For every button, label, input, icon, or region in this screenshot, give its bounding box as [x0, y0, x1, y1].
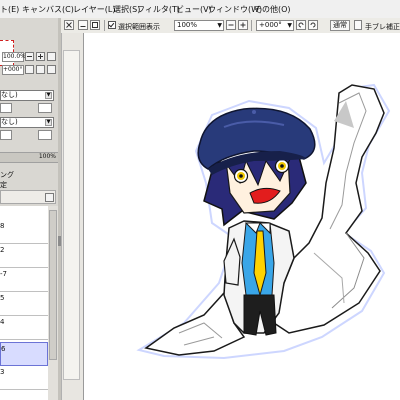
layer-row[interactable]: -7: [0, 268, 48, 292]
blend-mode-label: 通常: [333, 21, 347, 29]
layer-row[interactable]: 8: [0, 220, 48, 244]
clipping-label: ング: [0, 171, 14, 179]
chibi-character-artwork: [136, 83, 391, 360]
toolbar-divider: [104, 20, 105, 31]
angle-field[interactable]: +000°: [2, 65, 24, 75]
rotate-left-icon: [298, 22, 304, 28]
nav-zoom-out-button[interactable]: [25, 52, 34, 61]
selection-display-label: 選択範囲表示: [118, 23, 160, 31]
plus-icon: [240, 22, 246, 28]
close-canvas-button[interactable]: [64, 20, 74, 30]
zoom-in-button[interactable]: [238, 20, 248, 30]
layer-option-button[interactable]: [45, 193, 54, 202]
canvas-scrollbar-thumb[interactable]: [63, 50, 80, 380]
layer-buttons-bar: [0, 190, 56, 204]
zoom-field[interactable]: 100.0%: [2, 52, 26, 62]
menu-other[interactable]: その他(O): [254, 4, 291, 15]
texture-scale-field[interactable]: [38, 103, 52, 113]
layer-label: -7: [0, 270, 7, 278]
layer-row-selected[interactable]: 6: [0, 342, 48, 366]
chevron-down-icon: ▼: [45, 119, 52, 126]
minimize-icon: [80, 26, 86, 27]
nav-zoom-reset-button[interactable]: [47, 52, 56, 61]
layer-scrollbar-thumb[interactable]: [49, 210, 57, 360]
layer-label: 5: [0, 294, 5, 302]
menu-edit[interactable]: ト(E): [0, 4, 19, 15]
rotation-select[interactable]: +000° ▼: [256, 20, 294, 31]
effect-strength-field[interactable]: [0, 130, 12, 140]
layer-label: 8: [0, 222, 5, 230]
rotation-value: +000°: [259, 21, 282, 29]
stabilizer-toggle[interactable]: [354, 20, 362, 30]
rotate-right-button[interactable]: [308, 20, 318, 30]
drawing-canvas[interactable]: [83, 33, 400, 400]
selection-display-checkbox[interactable]: [108, 21, 116, 29]
layer-row[interactable]: 3: [0, 366, 48, 390]
specify-label: 定: [0, 181, 7, 189]
rotate-right-icon: [310, 22, 316, 28]
layer-list: 8 2 -7 5 4 6 3: [0, 206, 49, 400]
chevron-down-icon: ▼: [217, 22, 222, 29]
nav-zoom-in-button[interactable]: [36, 52, 45, 61]
rotate-left-button[interactable]: [296, 20, 306, 30]
plus-icon: [38, 54, 43, 59]
menu-view[interactable]: ビュー(V): [176, 4, 212, 15]
texture-strength-field[interactable]: [0, 103, 12, 113]
layer-label: 3: [0, 368, 5, 376]
zoom-select[interactable]: 100% ▼: [174, 20, 224, 31]
canvas-toolbar: 選択範囲表示 100% ▼ +000° ▼ 通常 手ブレ補正: [60, 18, 400, 34]
chevron-down-icon: ▼: [45, 92, 52, 99]
nav-rotate-left-button[interactable]: [25, 65, 34, 74]
restore-canvas-button[interactable]: [90, 20, 100, 30]
toolbar-divider: [251, 20, 252, 31]
minus-icon: [27, 56, 32, 57]
opacity-value: 100%: [38, 153, 56, 160]
menu-filter[interactable]: フィルタ(T): [137, 4, 180, 15]
minus-icon: [228, 24, 234, 26]
texture-combo[interactable]: なし) ▼: [0, 90, 54, 101]
menu-layer[interactable]: レイヤー(L): [73, 4, 115, 15]
layer-label: 6: [1, 345, 6, 353]
menu-bar: ト(E) キャンバス(C) レイヤー(L) 選択(S) フィルタ(T) ビュー(…: [0, 0, 400, 19]
nav-rotate-reset-button[interactable]: [47, 65, 56, 74]
nav-rotate-right-button[interactable]: [36, 65, 45, 74]
effect-combo-value: なし): [1, 118, 18, 126]
blend-mode-button[interactable]: 通常: [330, 20, 350, 31]
zoom-out-button[interactable]: [226, 20, 236, 30]
layer-row[interactable]: 5: [0, 292, 48, 316]
layer-label: 4: [0, 318, 5, 326]
stabilizer-label: 手ブレ補正: [365, 23, 400, 31]
layer-row[interactable]: 4: [0, 316, 48, 340]
close-icon: [66, 22, 72, 28]
opacity-slider[interactable]: 100%: [0, 152, 58, 163]
effect-combo[interactable]: なし) ▼: [0, 117, 54, 128]
minimize-canvas-button[interactable]: [78, 20, 88, 30]
chevron-down-icon: ▼: [287, 22, 292, 29]
restore-icon: [92, 22, 98, 28]
layer-label: 2: [0, 246, 5, 254]
effect-width-field[interactable]: [38, 130, 52, 140]
texture-combo-value: なし): [1, 91, 18, 99]
menu-canvas[interactable]: キャンバス(C): [22, 4, 74, 15]
zoom-value: 100%: [177, 21, 198, 29]
layer-row[interactable]: 2: [0, 244, 48, 268]
